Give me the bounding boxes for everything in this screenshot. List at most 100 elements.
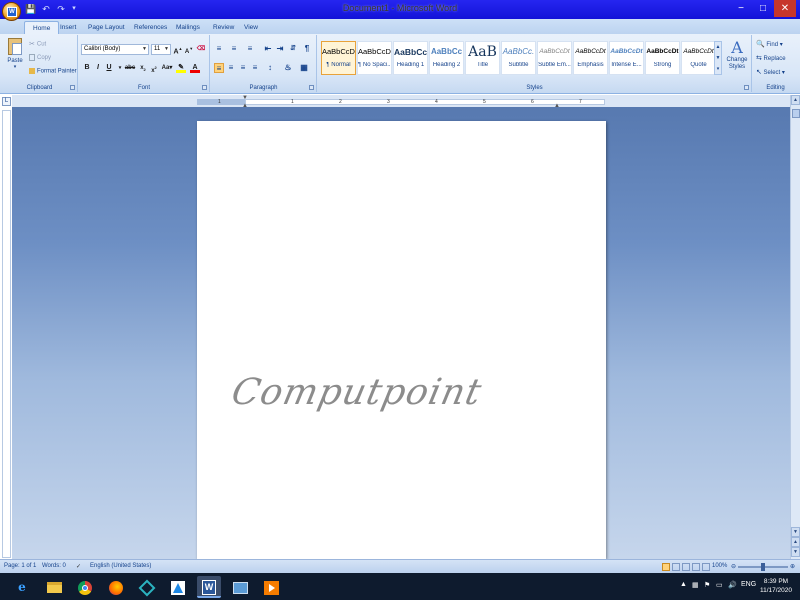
scroll-down-icon[interactable]: ▼ [791,527,800,537]
maximize-button[interactable]: □ [752,0,774,17]
customize-qat-icon[interactable]: ▾ [68,3,80,15]
flag-icon[interactable]: ⚑ [704,581,710,589]
vertical-scrollbar[interactable]: ▲ ▼ ▲ ▼ [790,95,800,559]
style-tile[interactable]: AaBbCcDt Emphasis [573,41,608,75]
vertical-ruler[interactable] [2,110,11,558]
paragraph-launcher-icon[interactable] [309,85,314,90]
tab-page-layout[interactable]: Page Layout [80,21,133,34]
font-launcher-icon[interactable] [202,85,207,90]
tab-mailings[interactable]: Mailings [168,21,208,34]
style-tile[interactable]: AaBbCc. Subtitle [501,41,536,75]
shading-icon[interactable]: ♨ [283,63,293,73]
outline-icon[interactable] [692,563,700,571]
find-button[interactable]: 🔍 Find ▾ [756,40,783,48]
replace-button[interactable]: ⇆ Replace [756,54,786,62]
style-tile[interactable]: AaBbCcDc ¶ No Spaci... [357,41,392,75]
change-styles-button[interactable]: A Change Styles [724,39,750,71]
highlight-icon[interactable]: ✎ [176,63,186,73]
ie-icon[interactable]: e [10,576,34,598]
shrink-font-icon[interactable]: A▼ [184,44,194,55]
align-left-icon[interactable]: ≡ [214,63,224,73]
style-tile[interactable]: AaBbCcDc ¶ Normal [321,41,356,75]
pilcrow-icon[interactable]: ¶ [302,44,312,54]
font-color-icon[interactable]: A [190,63,200,73]
show-hidden-icons[interactable]: ▲ [680,581,687,588]
app-icon[interactable] [135,576,159,598]
bullets-icon[interactable]: ≡ [214,44,224,54]
line-spacing-icon[interactable]: ↕ [265,63,275,73]
zoom-level[interactable]: 100% [712,563,727,569]
strikethrough-icon[interactable]: abc [123,63,137,73]
previous-page-icon[interactable]: ▲ [791,537,800,547]
style-tile[interactable]: AaBbCcDt Strong [645,41,680,75]
page-count[interactable]: Page: 1 of 1 [4,563,36,569]
cut-button[interactable]: ✂ Cut [29,40,46,48]
style-tile[interactable]: AaB Title [465,41,500,75]
style-tile[interactable]: AaBbCc Heading 2 [429,41,464,75]
italic-icon[interactable]: I [93,63,103,73]
numbering-icon[interactable]: ≡ [229,44,239,54]
system-clock[interactable]: 8:39 PM 11/17/2020 [756,577,796,595]
full-screen-reading-icon[interactable] [672,563,680,571]
zoom-in-icon[interactable]: ⊕ [790,563,795,570]
justify-icon[interactable]: ≡ [250,63,260,73]
close-button[interactable]: ✕ [774,0,796,17]
underline-icon[interactable]: U [104,63,114,73]
copy-button[interactable]: Copy [29,54,51,61]
style-tile[interactable]: AaBbCcDt Intense E... [609,41,644,75]
style-tile[interactable]: AaBbCcDt Subtle Em... [537,41,572,75]
clipboard-launcher-icon[interactable] [70,85,75,90]
chrome-icon[interactable] [73,576,97,598]
align-center-icon[interactable]: ≡ [226,63,236,73]
decrease-indent-icon[interactable]: ⇤ [263,44,273,54]
subscript-icon[interactable]: x2 [138,63,148,73]
draft-icon[interactable] [702,563,710,571]
tab-selector-icon[interactable]: L [2,97,11,106]
first-line-indent-marker[interactable]: ▼ [242,95,248,101]
tab-view[interactable]: View [236,21,266,34]
web-layout-icon[interactable] [682,563,690,571]
input-language[interactable]: ENG [741,581,756,588]
window-icon[interactable] [228,576,252,598]
format-painter-button[interactable]: Format Painter [29,68,77,75]
language-status[interactable]: English (United States) [90,563,151,569]
wordart-text[interactable]: Computpoint [227,372,536,416]
font-size-combo[interactable]: 11 ▼ [151,44,171,55]
zoom-slider-knob[interactable] [761,563,765,571]
borders-icon[interactable]: ▦ [299,63,309,73]
office-button[interactable]: W [2,2,21,21]
volume-icon[interactable]: 🔊 [728,581,737,589]
superscript-icon[interactable]: x2 [149,63,159,74]
scroll-up-icon[interactable]: ▲ [791,95,800,105]
redo-icon[interactable]: ↷ [55,3,67,15]
network-icon[interactable]: ▦ [692,581,699,589]
scroll-thumb[interactable] [792,109,800,118]
print-layout-icon[interactable] [662,563,670,571]
align-right-icon[interactable]: ≡ [238,63,248,73]
save-icon[interactable]: 💾 [25,3,37,15]
word-count[interactable]: Words: 0 [42,563,66,569]
styles-launcher-icon[interactable] [744,85,749,90]
change-case-icon[interactable]: Aa▾ [160,63,174,73]
ruler-track[interactable]: 1 2 3 4 5 6 7 [245,99,605,105]
proofing-icon[interactable]: ✓ [76,563,81,570]
document-page[interactable] [197,121,606,559]
word-icon[interactable]: W [197,576,221,598]
bold-icon[interactable]: B [82,63,92,73]
zoom-out-icon[interactable]: ⊖ [731,563,736,570]
battery-icon[interactable]: ▭ [716,581,723,589]
file-explorer-icon[interactable] [42,576,66,598]
next-page-icon[interactable]: ▼ [791,547,800,557]
undo-icon[interactable]: ↶ [40,3,52,15]
grow-font-icon[interactable]: A▲ [173,44,183,55]
firefox-icon[interactable] [104,576,128,598]
font-name-combo[interactable]: Calibri (Body) ▼ [81,44,149,55]
app-icon-2[interactable] [166,576,190,598]
media-icon[interactable] [259,576,283,598]
minimize-button[interactable]: − [730,0,752,17]
sort-icon[interactable]: ⇵ [288,44,298,54]
select-button[interactable]: ↖ Select ▾ [756,68,785,76]
multilevel-list-icon[interactable]: ≡ [245,44,255,54]
styles-gallery-scroll[interactable]: ▲ ▼ ▾ [714,41,722,75]
style-tile[interactable]: AaBbCcDt Quote [681,41,716,75]
